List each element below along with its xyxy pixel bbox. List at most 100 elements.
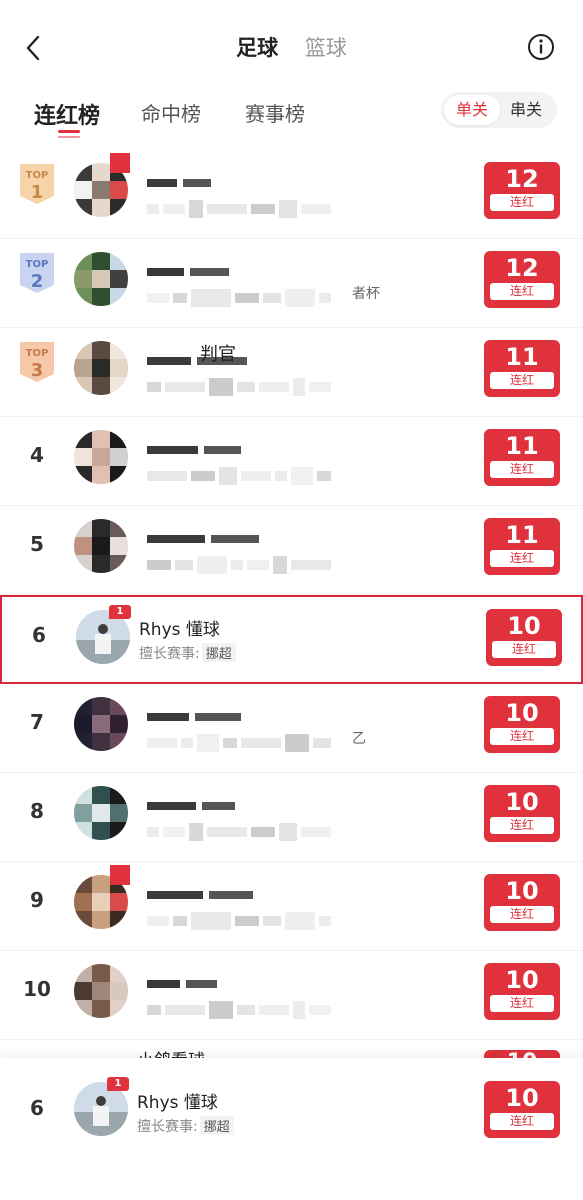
- ranking-row[interactable]: TOP 3 判官 11 连红: [0, 328, 583, 417]
- avatar[interactable]: [74, 964, 128, 1018]
- avatar[interactable]: [74, 430, 128, 484]
- avatar-badge: 1: [109, 605, 131, 619]
- user-specialty-blurred: [147, 910, 335, 930]
- my-streak-badge: 10 连红: [484, 1081, 560, 1138]
- streak-count: 10: [505, 788, 539, 816]
- user-name-blurred: [147, 706, 241, 725]
- user-name: Rhys 懂球: [139, 620, 220, 640]
- streak-count: 11: [505, 521, 539, 549]
- svg-text:TOP: TOP: [26, 259, 49, 270]
- rank-medal-icon: TOP 3: [16, 340, 58, 384]
- streak-badge: 11 连红: [484, 518, 560, 575]
- avatar-corner-mark: [110, 153, 130, 173]
- rank-number: 5: [30, 532, 44, 556]
- avatar[interactable]: [74, 786, 128, 840]
- streak-badge: 11 连红: [484, 340, 560, 397]
- streak-count: 10: [505, 966, 539, 994]
- info-icon[interactable]: [527, 33, 555, 61]
- user-specialty: 擅长赛事: 挪超: [139, 643, 236, 663]
- user-name-blurred: [147, 973, 217, 992]
- tab-football[interactable]: 足球: [236, 32, 278, 62]
- streak-label: 连红: [490, 550, 554, 567]
- streak-label: 连红: [490, 817, 554, 834]
- active-tab-indicator: [58, 130, 80, 133]
- ranking-row[interactable]: 5 11 连红: [0, 506, 583, 595]
- my-name: Rhys 懂球: [137, 1093, 218, 1113]
- streak-count: 10: [507, 612, 541, 640]
- streak-badge: 10 连红: [484, 696, 560, 753]
- active-tab-indicator-2: [58, 136, 80, 138]
- user-name-blurred: [147, 261, 229, 280]
- tab-hit-ranking[interactable]: 命中榜: [141, 98, 201, 127]
- ranking-row[interactable]: 8 10 连红: [0, 773, 583, 862]
- toggle-parlay[interactable]: 串关: [498, 95, 554, 125]
- bet-type-toggle[interactable]: 单关 串关: [441, 92, 557, 128]
- streak-badge: 12 连红: [484, 251, 560, 308]
- header: 足球 篮球: [0, 0, 583, 96]
- svg-text:TOP: TOP: [26, 348, 49, 359]
- user-specialty-blurred: [147, 376, 335, 396]
- user-specialty-blurred: [147, 732, 335, 752]
- ranking-row[interactable]: TOP 1 12 连红: [0, 150, 583, 239]
- user-name-blurred: [147, 884, 253, 903]
- my-streak-count: 10: [505, 1084, 539, 1112]
- my-ranking-footer[interactable]: 6 1 Rhys 懂球 擅长赛事: 挪超 10 连红: [0, 1058, 583, 1200]
- rank-number: 8: [30, 799, 44, 823]
- streak-label: 连红: [490, 906, 554, 923]
- streak-label: 连红: [490, 728, 554, 745]
- specialty-fragment: 者杯: [352, 286, 380, 302]
- ranking-row[interactable]: 4 11 连红: [0, 417, 583, 506]
- ranking-row[interactable]: 10 10 连红: [0, 951, 583, 1040]
- streak-count: 12: [505, 165, 539, 193]
- specialty-fragment: 乙: [352, 731, 366, 747]
- user-specialty-blurred: [147, 999, 335, 1019]
- streak-count: 11: [505, 343, 539, 371]
- ranking-row[interactable]: 7 乙 10 连红: [0, 684, 583, 773]
- toggle-single[interactable]: 单关: [444, 95, 500, 125]
- rank-number: 9: [30, 888, 44, 912]
- streak-badge: 10 连红: [486, 609, 562, 666]
- rank-number: 7: [30, 710, 44, 734]
- streak-label: 连红: [490, 995, 554, 1012]
- svg-text:3: 3: [31, 360, 44, 381]
- streak-label: 连红: [490, 194, 554, 211]
- tab-streak-ranking[interactable]: 连红榜: [34, 98, 100, 130]
- rank-number: 4: [30, 443, 44, 467]
- user-specialty-blurred: [147, 821, 335, 841]
- user-specialty-blurred: [147, 554, 335, 574]
- avatar[interactable]: [74, 519, 128, 573]
- ranking-row[interactable]: TOP 2 者杯 12 连红: [0, 239, 583, 328]
- avatar[interactable]: [74, 341, 128, 395]
- svg-text:1: 1: [31, 182, 44, 203]
- user-name-fragment: 判官: [200, 344, 236, 365]
- user-specialty-blurred: [147, 198, 335, 218]
- my-specialty: 擅长赛事: 挪超: [137, 1116, 234, 1136]
- user-specialty-blurred: [147, 287, 335, 307]
- user-name-blurred: [147, 795, 235, 814]
- streak-count: 11: [505, 432, 539, 460]
- rank-medal-icon: TOP 2: [16, 251, 58, 295]
- svg-text:2: 2: [31, 271, 44, 292]
- specialty-tag: 挪超: [199, 1116, 234, 1135]
- avatar[interactable]: [74, 252, 128, 306]
- streak-count: 10: [505, 699, 539, 727]
- user-specialty-blurred: [147, 465, 335, 485]
- streak-count: 12: [505, 254, 539, 282]
- streak-badge: 10 连红: [484, 785, 560, 842]
- my-rank: 6: [30, 1096, 44, 1120]
- specialty-label: 擅长赛事:: [137, 1119, 198, 1135]
- streak-label: 连红: [490, 372, 554, 389]
- tab-basketball[interactable]: 篮球: [305, 32, 347, 62]
- specialty-tag: 挪超: [201, 643, 236, 662]
- streak-badge: 11 连红: [484, 429, 560, 486]
- streak-count: 10: [505, 877, 539, 905]
- user-name-blurred: [147, 528, 259, 547]
- user-name-blurred: [147, 172, 211, 191]
- rank-number: 6: [32, 623, 46, 647]
- ranking-row[interactable]: 9 10 连红: [0, 862, 583, 951]
- streak-label: 连红: [490, 461, 554, 478]
- tab-match-ranking[interactable]: 赛事榜: [245, 98, 305, 127]
- my-streak-label: 连红: [490, 1113, 554, 1130]
- ranking-row[interactable]: 6 1 Rhys 懂球 擅长赛事: 挪超 10 连红: [0, 595, 583, 684]
- avatar[interactable]: [74, 697, 128, 751]
